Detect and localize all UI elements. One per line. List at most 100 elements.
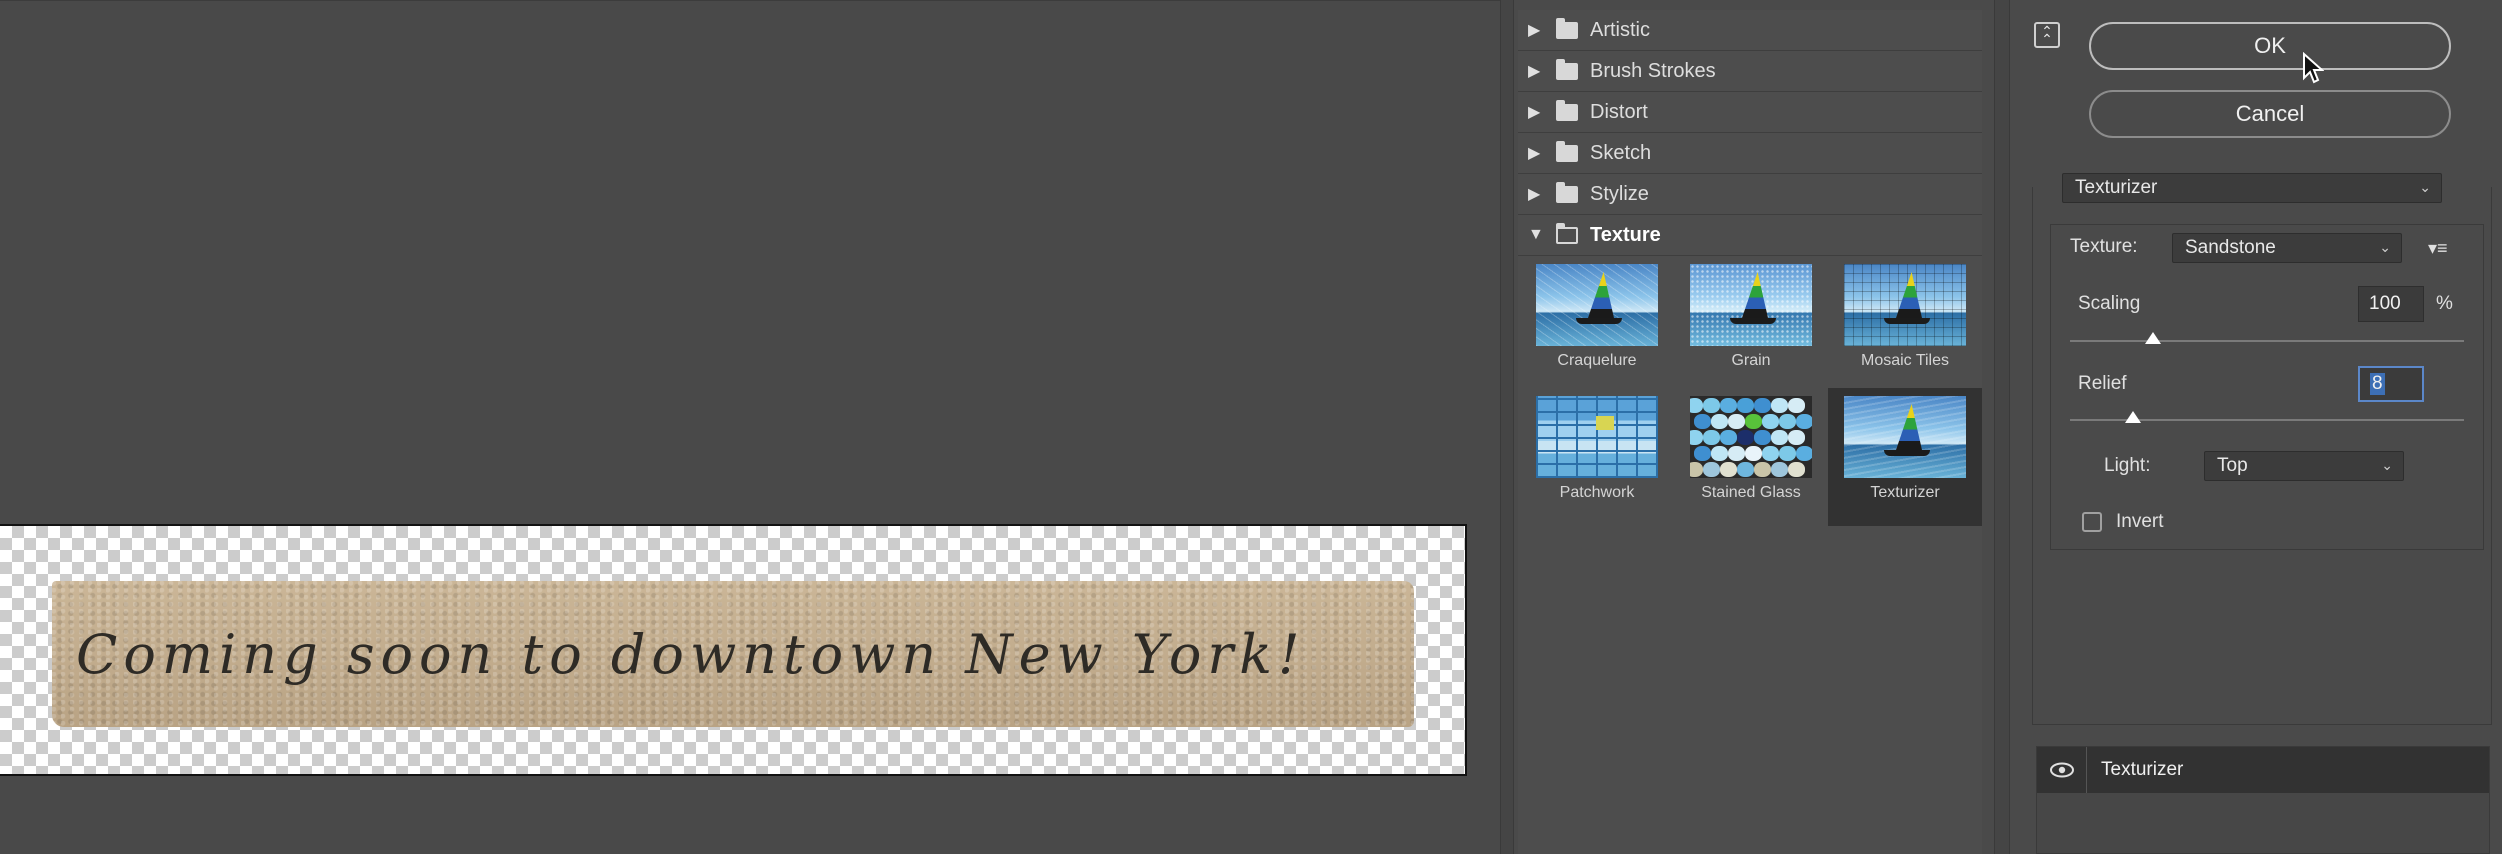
open-folder-icon xyxy=(1556,222,1578,244)
preview-area[interactable]: Coming soon to downtown New York! xyxy=(0,0,1500,854)
chevron-down-icon: ⌄ xyxy=(2381,457,2393,473)
folder-icon xyxy=(1556,58,1578,80)
expand-triangle-icon: ▶ xyxy=(1528,22,1541,39)
light-label: Light: xyxy=(2104,455,2151,476)
category-artistic[interactable]: ▶ Artistic xyxy=(1518,10,1982,51)
chevron-down-icon: ⌄ xyxy=(2419,179,2431,195)
texture-label: Texture: xyxy=(2070,236,2138,257)
folder-icon xyxy=(1556,99,1578,121)
glass-cell xyxy=(1771,430,1788,445)
filter-gallery: ▶ Artistic ▶ Brush Strokes ▶ Distort ▶ S… xyxy=(1518,10,1982,854)
settings-panel: ⌃ ⌃ OK Cancel Texturizer ⌄ Texture: Sands… xyxy=(2010,0,2502,854)
texture-menu-icon[interactable]: ▾≡ xyxy=(2428,238,2448,259)
glass-cell xyxy=(1754,430,1771,445)
thumb-patchwork[interactable]: Patchwork xyxy=(1520,388,1674,520)
category-brush-strokes[interactable]: ▶ Brush Strokes xyxy=(1518,51,1982,92)
glass-cell xyxy=(1728,414,1745,429)
craquelure-preview-image xyxy=(1536,264,1658,346)
filter-select[interactable]: Texturizer ⌄ xyxy=(2062,173,2442,203)
glass-cell xyxy=(1690,398,1703,413)
effect-layers-panel: Texturizer xyxy=(2036,746,2490,854)
category-label: Sketch xyxy=(1590,141,1652,164)
glass-cell xyxy=(1762,414,1779,429)
scaling-slider-thumb[interactable] xyxy=(2144,332,2161,344)
glass-cell xyxy=(1711,446,1728,461)
texture-select[interactable]: Sandstone ⌄ xyxy=(2172,233,2402,263)
thumb-label: Stained Glass xyxy=(1701,484,1801,501)
banner-text: Coming soon to downtown New York! xyxy=(76,622,1306,686)
collapse-gallery-button[interactable]: ⌃ ⌃ xyxy=(2034,22,2060,48)
cancel-button[interactable]: Cancel xyxy=(2089,90,2451,138)
glass-cell xyxy=(1779,446,1796,461)
texturized-banner: Coming soon to downtown New York! xyxy=(52,581,1414,727)
scaling-unit: % xyxy=(2436,293,2453,314)
scaling-slider[interactable] xyxy=(2070,332,2464,344)
light-select[interactable]: Top ⌄ xyxy=(2204,451,2404,481)
thumb-label: Texturizer xyxy=(1870,484,1940,501)
chevron-down-icon: ⌄ xyxy=(2379,239,2391,255)
expand-triangle-icon: ▶ xyxy=(1528,145,1541,162)
glass-cell xyxy=(1694,414,1711,429)
relief-input[interactable]: 8 xyxy=(2358,366,2424,402)
stained-glass-preview-image xyxy=(1690,396,1812,478)
thumb-stained-glass[interactable]: Stained Glass xyxy=(1674,388,1828,520)
glass-cell xyxy=(1690,430,1703,445)
glass-cell xyxy=(1690,462,1703,477)
glass-cell xyxy=(1703,398,1720,413)
glass-cell xyxy=(1720,398,1737,413)
glass-cell xyxy=(1779,414,1796,429)
thumb-label: Mosaic Tiles xyxy=(1860,352,1950,369)
double-chevron-up-icon: ⌃ ⌃ xyxy=(2041,23,2053,47)
category-texture[interactable]: ▼ Texture xyxy=(1518,215,1982,256)
category-sketch[interactable]: ▶ Sketch xyxy=(1518,133,1982,174)
glass-cell xyxy=(1796,446,1812,461)
glass-cell xyxy=(1737,430,1754,445)
effect-layer-row[interactable]: Texturizer xyxy=(2037,747,2489,793)
texture-select-value: Sandstone xyxy=(2185,237,2276,258)
glass-cell xyxy=(1711,414,1728,429)
folder-icon xyxy=(1556,140,1578,162)
glass-cell xyxy=(1771,398,1788,413)
glass-cell xyxy=(1694,446,1711,461)
glass-cell xyxy=(1754,398,1771,413)
panel-divider[interactable] xyxy=(1994,0,2010,854)
glass-cell xyxy=(1788,398,1805,413)
glass-cell xyxy=(1703,462,1720,477)
glass-cell xyxy=(1703,430,1720,445)
visibility-eye-icon[interactable] xyxy=(2037,747,2087,793)
glass-cell xyxy=(1762,446,1779,461)
category-label: Brush Strokes xyxy=(1590,59,1716,82)
thumb-grain[interactable]: Grain xyxy=(1674,256,1828,388)
thumb-label: Grain xyxy=(1731,352,1771,369)
glass-cell xyxy=(1737,462,1754,477)
scaling-input[interactable]: 100 xyxy=(2358,286,2424,322)
folder-icon xyxy=(1556,181,1578,203)
scaling-label: Scaling xyxy=(2078,293,2141,314)
invert-checkbox[interactable] xyxy=(2082,512,2102,532)
glass-cell xyxy=(1745,446,1762,461)
ok-button[interactable]: OK xyxy=(2089,22,2451,70)
effect-layer-name: Texturizer xyxy=(2101,759,2184,780)
folder-icon xyxy=(1556,17,1578,39)
category-distort[interactable]: ▶ Distort xyxy=(1518,92,1982,133)
canvas-preview[interactable]: Coming soon to downtown New York! xyxy=(0,524,1467,776)
texture-thumbnails: Craquelure Grain Mosaic Tiles Patchwork … xyxy=(1518,256,1982,526)
scaling-input-value: 100 xyxy=(2369,293,2401,314)
thumb-label: Craquelure xyxy=(1557,352,1637,369)
grain-preview-image xyxy=(1690,264,1812,346)
thumb-craquelure[interactable]: Craquelure xyxy=(1520,256,1674,388)
category-label: Distort xyxy=(1590,100,1648,123)
expand-triangle-icon: ▶ xyxy=(1528,104,1541,121)
relief-slider-thumb[interactable] xyxy=(2125,411,2142,423)
category-label: Stylize xyxy=(1590,182,1649,205)
category-stylize[interactable]: ▶ Stylize xyxy=(1518,174,1982,215)
category-label: Texture xyxy=(1590,223,1661,246)
invert-label: Invert xyxy=(2116,511,2164,532)
panel-divider[interactable] xyxy=(1500,0,1514,854)
thumb-label: Patchwork xyxy=(1559,484,1635,501)
thumb-mosaic-tiles[interactable]: Mosaic Tiles xyxy=(1828,256,1982,388)
filter-select-value: Texturizer xyxy=(2075,177,2158,198)
relief-slider[interactable] xyxy=(2070,411,2464,423)
collapse-triangle-icon: ▼ xyxy=(1528,226,1544,243)
thumb-texturizer[interactable]: Texturizer xyxy=(1828,388,1982,526)
